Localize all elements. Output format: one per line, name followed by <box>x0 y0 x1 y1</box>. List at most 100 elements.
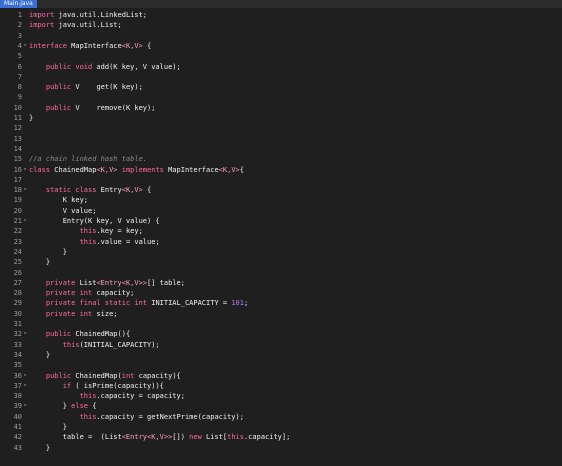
code-line[interactable]: 11} <box>0 113 562 123</box>
line-number: 18 <box>13 186 22 195</box>
code-line[interactable]: 4 ▾ interface MapInterface<K,V> { <box>0 41 562 51</box>
code-token: table = (List <box>29 433 122 442</box>
code-token: add(K key, V value); <box>92 62 181 71</box>
code-token: size; <box>92 309 118 318</box>
code-line[interactable]: 27 private List<Entry<K,V>>[] table; <box>0 278 562 288</box>
code-line[interactable]: 42 table = (List<Entry<K,V>>[]) new List… <box>0 432 562 442</box>
line-number: 16 <box>13 165 22 174</box>
code-line[interactable]: 18 ▾ static class Entry<K,V> { <box>0 185 562 195</box>
fold-toggle-icon[interactable]: ▾ <box>22 381 28 391</box>
line-number: 32 <box>13 330 22 339</box>
code-token: this <box>227 433 244 442</box>
code-token: import <box>29 21 55 30</box>
code-line[interactable]: 9 <box>0 92 562 102</box>
code-line[interactable]: 34 } <box>0 350 562 360</box>
code-token: this <box>62 340 80 349</box>
code-line[interactable]: 12 <box>0 123 562 133</box>
code-token: Entry <box>96 186 122 195</box>
code-line[interactable]: 14 <box>0 144 562 154</box>
fold-toggle-icon[interactable]: ▾ <box>22 371 28 381</box>
code-line[interactable]: 17 <box>0 175 562 185</box>
code-token: .capacity = getNextPrime(capacity); <box>96 412 244 421</box>
code-line[interactable]: 7 <box>0 72 562 82</box>
code-token: public void <box>45 62 93 71</box>
code-line[interactable]: 24 } <box>0 247 562 257</box>
code-line[interactable]: 16 ▾ class ChainedMap<K,V> implements MapI… <box>0 165 562 175</box>
code-token: public <box>45 330 72 339</box>
code-token: ( isPrime(capacity)){ <box>71 381 164 390</box>
code-token: .capacity = capacity; <box>96 392 185 401</box>
code-token: Entry(K key, V value) { <box>29 217 160 225</box>
code-line[interactable]: 32 ▾ public ChainedMap(){ <box>0 329 562 339</box>
line-number: 4 <box>17 41 22 50</box>
code-line[interactable]: 13 <box>0 134 562 144</box>
code-line[interactable]: 31 <box>0 319 562 329</box>
code-line[interactable]: 22 this.key = key; <box>0 226 562 236</box>
code-line[interactable]: 39 ▾ } else { <box>0 401 562 411</box>
code-line[interactable]: 28 private int capacity; <box>0 288 562 298</box>
code-line[interactable]: 30 private int size; <box>0 309 562 319</box>
code-line[interactable]: 38 this.capacity = capacity; <box>0 391 562 401</box>
line-number: 24 <box>13 247 22 256</box>
code-line[interactable]: 29 private final static int INITIAL_CAPA… <box>0 298 562 308</box>
line-number: 6 <box>17 62 22 71</box>
code-line[interactable]: 8 public V get(K key); <box>0 82 562 92</box>
code-line[interactable]: 40 this.capacity = getNextPrime(capacity… <box>0 412 562 422</box>
line-number: 43 <box>13 443 22 452</box>
code-token: ChainedMap( <box>71 371 122 380</box>
fold-toggle-icon[interactable]: ▾ <box>22 216 28 226</box>
code-line[interactable]: 3 <box>0 31 562 41</box>
line-number: 22 <box>13 227 22 236</box>
fold-toggle-icon[interactable]: ▾ <box>22 41 28 51</box>
code-line[interactable]: 10 public V remove(K key); <box>0 103 562 113</box>
code-line[interactable]: 5 <box>0 51 562 61</box>
code-line[interactable]: 2 import java.util.List; <box>0 20 562 30</box>
code-text: private final static int INITIAL_CAPACIT… <box>29 298 248 308</box>
code-line[interactable]: 26 <box>0 268 562 278</box>
code-text: public ChainedMap(){ <box>29 329 130 339</box>
code-token: class <box>29 165 51 174</box>
code-token: this <box>79 227 97 236</box>
code-text: import java.util.LinkedList; <box>29 10 147 20</box>
fold-toggle-icon[interactable]: ▾ <box>22 185 28 195</box>
code-token: ChainedMap(){ <box>71 330 131 339</box>
line-number: 37 <box>13 381 22 390</box>
code-line[interactable]: 6 public void add(K key, V value); <box>0 62 562 72</box>
code-line[interactable]: 36 ▾ public ChainedMap(int capacity){ <box>0 371 562 381</box>
code-token: java.util.LinkedList; <box>54 11 148 19</box>
code-text: } else { <box>29 401 97 411</box>
code-token: List[ <box>201 433 228 442</box>
code-line[interactable]: 15 //a chain linked hash table. <box>0 154 562 164</box>
code-token: } <box>29 402 72 411</box>
code-line[interactable]: 21 ▾ Entry(K key, V value) { <box>0 216 562 226</box>
code-line[interactable]: 41 } <box>0 422 562 432</box>
code-token: V remove(K key); <box>71 103 156 112</box>
code-line[interactable]: 1 import java.util.LinkedList; <box>0 10 562 20</box>
line-number: 30 <box>13 309 22 318</box>
fold-toggle-icon[interactable]: ▾ <box>22 165 28 175</box>
code-token: { <box>142 41 152 50</box>
code-line[interactable]: 35 <box>0 360 562 370</box>
code-line[interactable]: 33 this(INITIAL_CAPACITY); <box>0 340 562 350</box>
code-token: this <box>79 237 97 246</box>
fold-toggle-icon[interactable]: ▾ <box>22 401 28 411</box>
code-token: .key = key; <box>96 227 143 236</box>
line-number: 20 <box>13 206 22 215</box>
code-text: V value; <box>29 206 97 216</box>
code-editor[interactable]: 1 import java.util.LinkedList; 2 import jav… <box>0 8 562 466</box>
code-line[interactable]: 43 } <box>0 443 562 453</box>
code-line[interactable]: 25 } <box>0 257 562 267</box>
fold-toggle-icon[interactable]: ▾ <box>22 329 28 339</box>
code-line[interactable]: 23 this.value = value; <box>0 237 562 247</box>
code-line[interactable]: 37 ▾ if ( isPrime(capacity)){ <box>0 381 562 391</box>
code-line[interactable]: 20 V value; <box>0 206 562 216</box>
code-text: class ChainedMap<K,V> implements MapInte… <box>29 165 244 175</box>
tab-main-java[interactable]: Main.java <box>0 0 37 8</box>
code-line[interactable]: 19 K key; <box>0 195 562 205</box>
